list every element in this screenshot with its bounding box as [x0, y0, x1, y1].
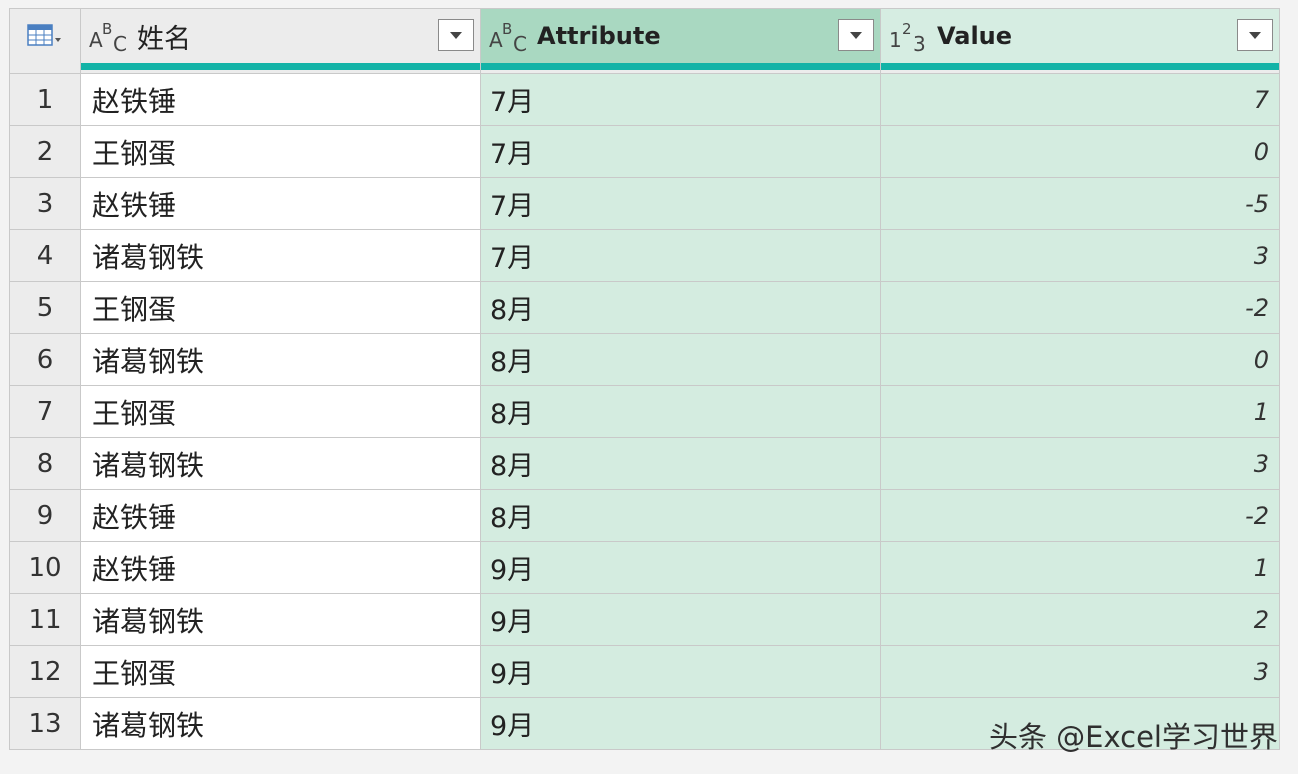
- row-number[interactable]: 7: [10, 386, 81, 437]
- row-number[interactable]: 12: [10, 646, 81, 697]
- attribute-cell[interactable]: 9月: [481, 542, 881, 593]
- attribute-cell[interactable]: 8月: [481, 386, 881, 437]
- value-cell[interactable]: -5: [881, 178, 1280, 229]
- table-row: 4 诸葛钢铁 7月 3: [10, 229, 1280, 281]
- name-cell[interactable]: 诸葛钢铁: [81, 594, 481, 645]
- table-row: 10 赵铁锤 9月 1: [10, 541, 1280, 593]
- text-type-icon[interactable]: A B C: [89, 16, 133, 56]
- column-quality-bar[interactable]: [81, 63, 481, 73]
- name-cell[interactable]: 王钢蛋: [81, 126, 481, 177]
- attribute-cell[interactable]: 8月: [481, 282, 881, 333]
- attribute-cell[interactable]: 7月: [481, 126, 881, 177]
- table-row: 9 赵铁锤 8月 -2: [10, 489, 1280, 541]
- column-quality-bar-row: [10, 63, 1280, 73]
- name-cell[interactable]: 赵铁锤: [81, 178, 481, 229]
- value-cell[interactable]: 0: [881, 334, 1280, 385]
- value-cell[interactable]: 1: [881, 542, 1280, 593]
- column-header-attribute[interactable]: A B C Attribute: [481, 9, 881, 63]
- table-row: 1 赵铁锤 7月 7: [10, 73, 1280, 125]
- chevron-down-icon: [450, 31, 462, 39]
- attribute-cell[interactable]: 9月: [481, 594, 881, 645]
- name-cell[interactable]: 赵铁锤: [81, 74, 481, 125]
- chevron-down-icon: [1249, 31, 1261, 39]
- attribute-cell[interactable]: 8月: [481, 334, 881, 385]
- value-cell[interactable]: 1: [881, 386, 1280, 437]
- table-row: 5 王钢蛋 8月 -2: [10, 281, 1280, 333]
- table-menu-icon: [27, 24, 61, 46]
- row-number[interactable]: 9: [10, 490, 81, 541]
- row-number[interactable]: 4: [10, 230, 81, 281]
- table-row: 3 赵铁锤 7月 -5: [10, 177, 1280, 229]
- row-number[interactable]: 11: [10, 594, 81, 645]
- column-filter-button[interactable]: [438, 19, 474, 51]
- table-row: 2 王钢蛋 7月 0: [10, 125, 1280, 177]
- table-row: 7 王钢蛋 8月 1: [10, 385, 1280, 437]
- attribute-cell[interactable]: 7月: [481, 178, 881, 229]
- name-cell[interactable]: 王钢蛋: [81, 386, 481, 437]
- column-header-value[interactable]: 1 2 3 Value: [881, 9, 1280, 63]
- value-cell[interactable]: 2: [881, 594, 1280, 645]
- attribute-cell[interactable]: 8月: [481, 490, 881, 541]
- attribute-cell[interactable]: 8月: [481, 438, 881, 489]
- name-cell[interactable]: 王钢蛋: [81, 646, 481, 697]
- column-title: 姓名: [137, 23, 191, 55]
- attribute-cell[interactable]: 7月: [481, 74, 881, 125]
- row-number[interactable]: 2: [10, 126, 81, 177]
- table-row: 11 诸葛钢铁 9月 2: [10, 593, 1280, 645]
- row-number[interactable]: 5: [10, 282, 81, 333]
- row-number[interactable]: 6: [10, 334, 81, 385]
- table-row: 12 王钢蛋 9月 3: [10, 645, 1280, 697]
- table-menu-button[interactable]: [10, 9, 81, 63]
- attribute-cell[interactable]: 7月: [481, 230, 881, 281]
- name-cell[interactable]: 赵铁锤: [81, 490, 481, 541]
- value-cell[interactable]: -2: [881, 490, 1280, 541]
- column-quality-bar[interactable]: [881, 63, 1280, 73]
- value-cell[interactable]: 3: [881, 438, 1280, 489]
- name-cell[interactable]: 诸葛钢铁: [81, 698, 481, 749]
- name-cell[interactable]: 赵铁锤: [81, 542, 481, 593]
- column-filter-button[interactable]: [1237, 19, 1273, 51]
- value-cell[interactable]: 0: [881, 126, 1280, 177]
- value-cell[interactable]: 3: [881, 230, 1280, 281]
- row-number[interactable]: 10: [10, 542, 81, 593]
- table-row: 6 诸葛钢铁 8月 0: [10, 333, 1280, 385]
- row-number[interactable]: 1: [10, 74, 81, 125]
- column-filter-button[interactable]: [838, 19, 874, 51]
- column-title: Attribute: [537, 22, 661, 50]
- attribute-cell[interactable]: 9月: [481, 646, 881, 697]
- name-cell[interactable]: 诸葛钢铁: [81, 438, 481, 489]
- value-cell[interactable]: 7: [881, 74, 1280, 125]
- name-cell[interactable]: 诸葛钢铁: [81, 334, 481, 385]
- table-row: 8 诸葛钢铁 8月 3: [10, 437, 1280, 489]
- value-cell[interactable]: -2: [881, 282, 1280, 333]
- value-cell[interactable]: 3: [881, 646, 1280, 697]
- column-title: Value: [937, 22, 1013, 50]
- chevron-down-icon: [850, 31, 862, 39]
- text-type-icon[interactable]: A B C: [489, 16, 533, 56]
- name-cell[interactable]: 诸葛钢铁: [81, 230, 481, 281]
- row-number[interactable]: 13: [10, 698, 81, 749]
- name-cell[interactable]: 王钢蛋: [81, 282, 481, 333]
- row-number[interactable]: 3: [10, 178, 81, 229]
- row-number[interactable]: 8: [10, 438, 81, 489]
- column-header-row: A B C 姓名 A B C Attribute 1 2 3 Value: [10, 9, 1280, 63]
- watermark-text: 头条 @Excel学习世界: [988, 720, 1278, 754]
- data-grid: A B C 姓名 A B C Attribute 1 2 3 Value 1 赵…: [9, 8, 1280, 750]
- attribute-cell[interactable]: 9月: [481, 698, 881, 749]
- column-quality-bar[interactable]: [481, 63, 881, 73]
- table-body: 1 赵铁锤 7月 7 2 王钢蛋 7月 0 3 赵铁锤 7月 -5 4 诸葛钢铁 7月 3 5 王钢蛋 8月…: [10, 73, 1280, 749]
- column-header-name[interactable]: A B C 姓名: [81, 9, 481, 63]
- number-type-icon[interactable]: 1 2 3: [889, 16, 933, 56]
